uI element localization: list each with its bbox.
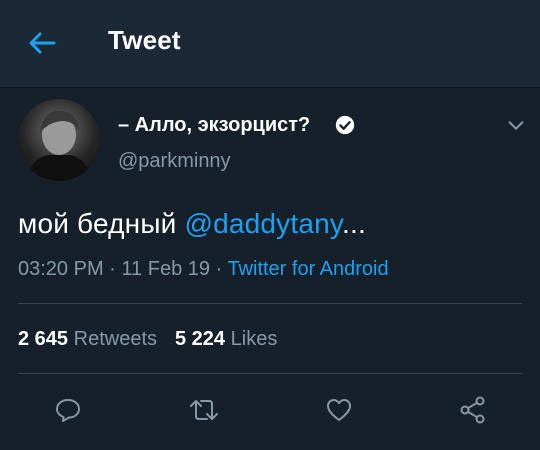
- retweet-button[interactable]: [188, 394, 220, 426]
- meta-separator: ·: [109, 258, 116, 280]
- display-name[interactable]: – Алло, экзорцист?: [118, 114, 310, 137]
- retweets-count: 2 645: [18, 328, 69, 350]
- tweet-text: мой бедный @daddytany...: [18, 208, 366, 240]
- tweet-meta: 03:20 PM · 11 Feb 19 · Twitter for Andro…: [18, 258, 389, 281]
- like-button[interactable]: [323, 394, 355, 426]
- reply-icon: [56, 399, 80, 422]
- share-icon: [460, 396, 485, 424]
- back-button[interactable]: [22, 28, 62, 58]
- likes-stat[interactable]: 5 224 Likes: [175, 328, 277, 350]
- divider: [18, 303, 522, 304]
- avatar-image: [26, 111, 92, 181]
- user-handle[interactable]: @parkminny: [118, 150, 231, 173]
- verified-badge-icon: [335, 115, 355, 135]
- reply-button[interactable]: [52, 394, 84, 426]
- tweet-detail-screen: Tweet – Алло, экзорцист? @parkminny мой …: [0, 0, 540, 450]
- retweets-label: Retweets: [73, 328, 157, 350]
- avatar[interactable]: [18, 99, 100, 181]
- tweet-source-link[interactable]: Twitter for Android: [227, 258, 388, 280]
- likes-label: Likes: [230, 328, 278, 350]
- tweet-stats: 2 645 Retweets 5 224 Likes: [18, 328, 277, 351]
- page-title: Tweet: [108, 25, 181, 55]
- retweet-icon: [190, 400, 218, 420]
- tweet-text-prefix: мой бедный: [18, 208, 185, 239]
- share-button[interactable]: [457, 394, 489, 426]
- arrow-left-icon: [29, 32, 56, 54]
- tweet-date: 11 Feb 19: [121, 258, 210, 280]
- top-app-bar: Tweet: [0, 0, 540, 87]
- retweets-stat[interactable]: 2 645 Retweets: [18, 328, 157, 350]
- chevron-down-icon[interactable]: [505, 114, 527, 136]
- tweet-text-suffix: ...: [342, 208, 366, 239]
- likes-count: 5 224: [175, 328, 226, 350]
- meta-separator: ·: [215, 258, 223, 280]
- mention-link[interactable]: @daddytany: [184, 208, 342, 239]
- divider: [18, 373, 522, 374]
- like-icon: [327, 399, 351, 421]
- tweet-time: 03:20 PM: [18, 258, 104, 280]
